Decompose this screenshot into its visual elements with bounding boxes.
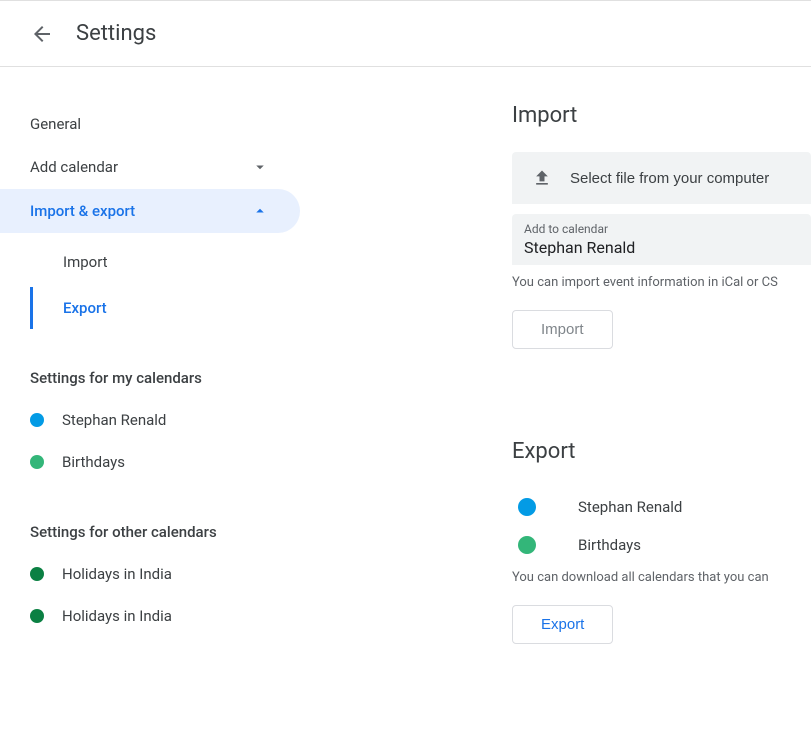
nav-import-export[interactable]: Import & export bbox=[0, 189, 300, 233]
chevron-up-icon bbox=[250, 201, 270, 221]
subnav-export[interactable]: Export bbox=[30, 287, 300, 329]
select-label: Add to calendar bbox=[524, 222, 799, 236]
main-content: Import Select file from your computer Ad… bbox=[300, 103, 811, 644]
calendar-color-dot bbox=[30, 609, 44, 623]
upload-icon bbox=[532, 168, 552, 188]
my-calendars-header: Settings for my calendars bbox=[30, 357, 300, 399]
calendar-color-dot bbox=[30, 455, 44, 469]
nav-add-calendar-label: Add calendar bbox=[30, 158, 118, 176]
calendar-color-dot bbox=[518, 536, 536, 554]
other-calendar-item[interactable]: Holidays in India bbox=[30, 595, 300, 637]
calendar-label: Stephan Renald bbox=[62, 411, 166, 429]
chevron-down-icon bbox=[250, 157, 270, 177]
export-calendar-item: Stephan Renald bbox=[512, 488, 811, 526]
nav-general[interactable]: General bbox=[30, 103, 300, 145]
export-calendar-item: Birthdays bbox=[512, 526, 811, 564]
import-button[interactable]: Import bbox=[512, 310, 613, 349]
calendar-color-dot bbox=[30, 413, 44, 427]
calendar-label: Holidays in India bbox=[62, 565, 172, 583]
export-title: Export bbox=[512, 439, 811, 464]
import-section: Import Select file from your computer Ad… bbox=[512, 103, 811, 349]
import-export-subitems: Import Export bbox=[30, 241, 300, 329]
my-calendar-item[interactable]: Birthdays bbox=[30, 441, 300, 483]
page-title: Settings bbox=[76, 21, 156, 46]
export-hint: You can download all calendars that you … bbox=[512, 570, 811, 585]
subnav-import[interactable]: Import bbox=[30, 241, 300, 283]
my-calendar-item[interactable]: Stephan Renald bbox=[30, 399, 300, 441]
content: General Add calendar Import & export Imp… bbox=[0, 67, 811, 644]
export-section: Export Stephan Renald Birthdays You can … bbox=[512, 439, 811, 644]
file-select-label: Select file from your computer bbox=[570, 170, 769, 187]
calendar-label: Birthdays bbox=[578, 536, 641, 554]
add-to-calendar-select[interactable]: Add to calendar Stephan Renald bbox=[512, 214, 811, 265]
arrow-back-icon bbox=[30, 22, 54, 46]
calendar-color-dot bbox=[518, 498, 536, 516]
sidebar: General Add calendar Import & export Imp… bbox=[0, 103, 300, 644]
import-hint: You can import event information in iCal… bbox=[512, 275, 811, 290]
select-value: Stephan Renald bbox=[524, 238, 799, 257]
nav-import-export-label: Import & export bbox=[30, 202, 135, 220]
back-button[interactable] bbox=[30, 22, 54, 46]
file-select-button[interactable]: Select file from your computer bbox=[512, 152, 811, 204]
nav-add-calendar[interactable]: Add calendar bbox=[30, 145, 300, 189]
calendar-label: Birthdays bbox=[62, 453, 125, 471]
import-title: Import bbox=[512, 103, 811, 128]
calendar-label: Stephan Renald bbox=[578, 498, 682, 516]
other-calendar-item[interactable]: Holidays in India bbox=[30, 553, 300, 595]
header: Settings bbox=[0, 0, 811, 67]
calendar-label: Holidays in India bbox=[62, 607, 172, 625]
other-calendars-header: Settings for other calendars bbox=[30, 511, 300, 553]
export-button[interactable]: Export bbox=[512, 605, 613, 644]
calendar-color-dot bbox=[30, 567, 44, 581]
nav-general-label: General bbox=[30, 115, 81, 133]
